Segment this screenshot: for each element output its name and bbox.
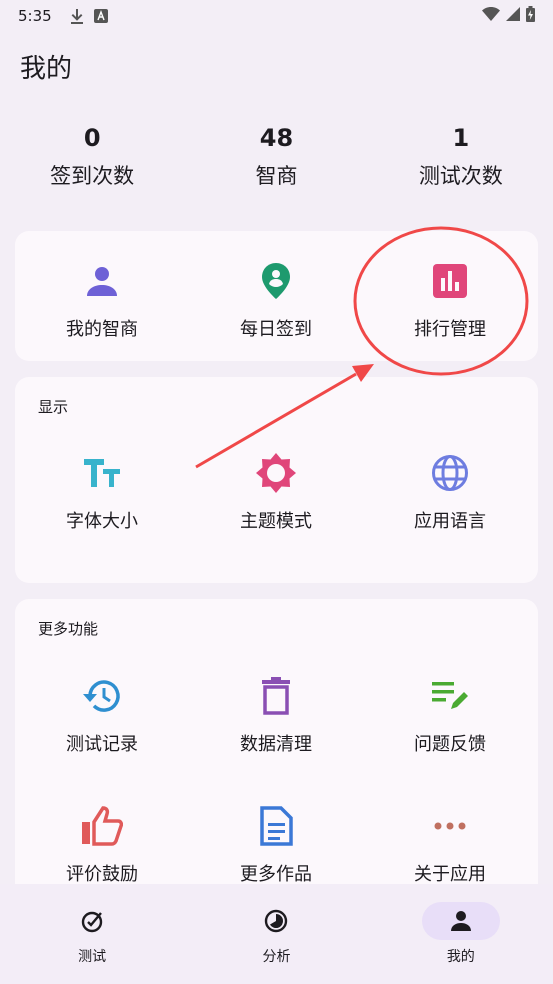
stat-value: 1 [452,124,470,152]
stat-value: 0 [83,124,101,152]
trash-icon [189,674,363,718]
person-icon [421,902,500,940]
location-person-icon [189,259,363,303]
about-app-item[interactable]: 关于应用 [363,804,537,886]
globe-icon [363,451,537,495]
nav-label: 我的 [446,949,475,965]
edit-note-icon [363,674,537,718]
item-label: 排行管理 [414,319,486,340]
item-label: 更多作品 [240,864,312,885]
item-label: 应用语言 [414,511,486,532]
test-history-item[interactable]: 测试记录 [15,674,189,756]
stat-checkin-count: 0 签到次数 [0,120,184,196]
document-icon [189,804,363,848]
more-features-card: 更多功能 测试记录 数据清理 问题反馈 评价鼓励 更多作品 关于应用 [15,599,538,899]
history-icon [15,674,189,718]
nav-label: 测试 [78,949,107,965]
feedback-item[interactable]: 问题反馈 [363,674,537,756]
rate-app-item[interactable]: 评价鼓励 [15,804,189,886]
my-iq-item[interactable]: 我的智商 [15,259,189,341]
battery-charging-icon [526,6,535,26]
wifi-icon [482,7,500,25]
page-title: 我的 [20,54,73,84]
item-label: 关于应用 [414,864,486,885]
card-title: 显示 [38,398,69,416]
item-label: 数据清理 [240,734,312,755]
quick-actions-card: 我的智商 每日签到 排行管理 [15,231,538,361]
theme-mode-item[interactable]: 主题模式 [189,451,363,533]
stat-iq: 48 智商 [184,120,368,196]
test-icon [53,902,131,940]
person-icon [15,259,189,303]
brightness-icon [189,451,363,495]
thumb-up-icon [15,804,189,848]
item-label: 主题模式 [240,511,312,532]
item-label: 测试记录 [66,734,138,755]
more-horiz-icon [363,804,537,848]
card-title: 更多功能 [38,620,99,638]
text-size-icon [15,451,189,495]
status-time: 5:35 [18,7,52,25]
stat-label: 签到次数 [50,164,135,188]
nav-tab-mine[interactable]: 我的 [369,884,553,984]
ranking-item[interactable]: 排行管理 [363,259,537,341]
more-works-item[interactable]: 更多作品 [189,804,363,886]
item-label: 每日签到 [240,319,312,340]
stat-test-count: 1 测试次数 [369,120,553,196]
nav-tab-test[interactable]: 测试 [0,884,184,984]
keyboard-a-icon [93,9,108,23]
app-language-item[interactable]: 应用语言 [363,451,537,533]
item-label: 评价鼓励 [66,864,138,885]
item-label: 字体大小 [66,511,138,532]
nav-tab-analysis[interactable]: 分析 [184,884,368,984]
item-label: 问题反馈 [414,734,486,755]
stat-label: 测试次数 [418,164,503,188]
status-bar: 5:35 [0,0,553,32]
analysis-icon [237,902,315,940]
stat-value: 48 [259,124,294,152]
download-icon [70,8,84,24]
nav-label: 分析 [262,949,291,965]
bar-chart-icon [363,259,537,303]
display-card: 显示 字体大小 主题模式 应用语言 [15,377,538,583]
font-size-item[interactable]: 字体大小 [15,451,189,533]
bottom-nav: 测试 分析 我的 [0,884,553,984]
data-cleanup-item[interactable]: 数据清理 [189,674,363,756]
stat-label: 智商 [255,164,298,188]
signal-icon [506,7,520,25]
daily-checkin-item[interactable]: 每日签到 [189,259,363,341]
item-label: 我的智商 [66,319,138,340]
stats-row: 0 签到次数 48 智商 1 测试次数 [0,120,553,196]
